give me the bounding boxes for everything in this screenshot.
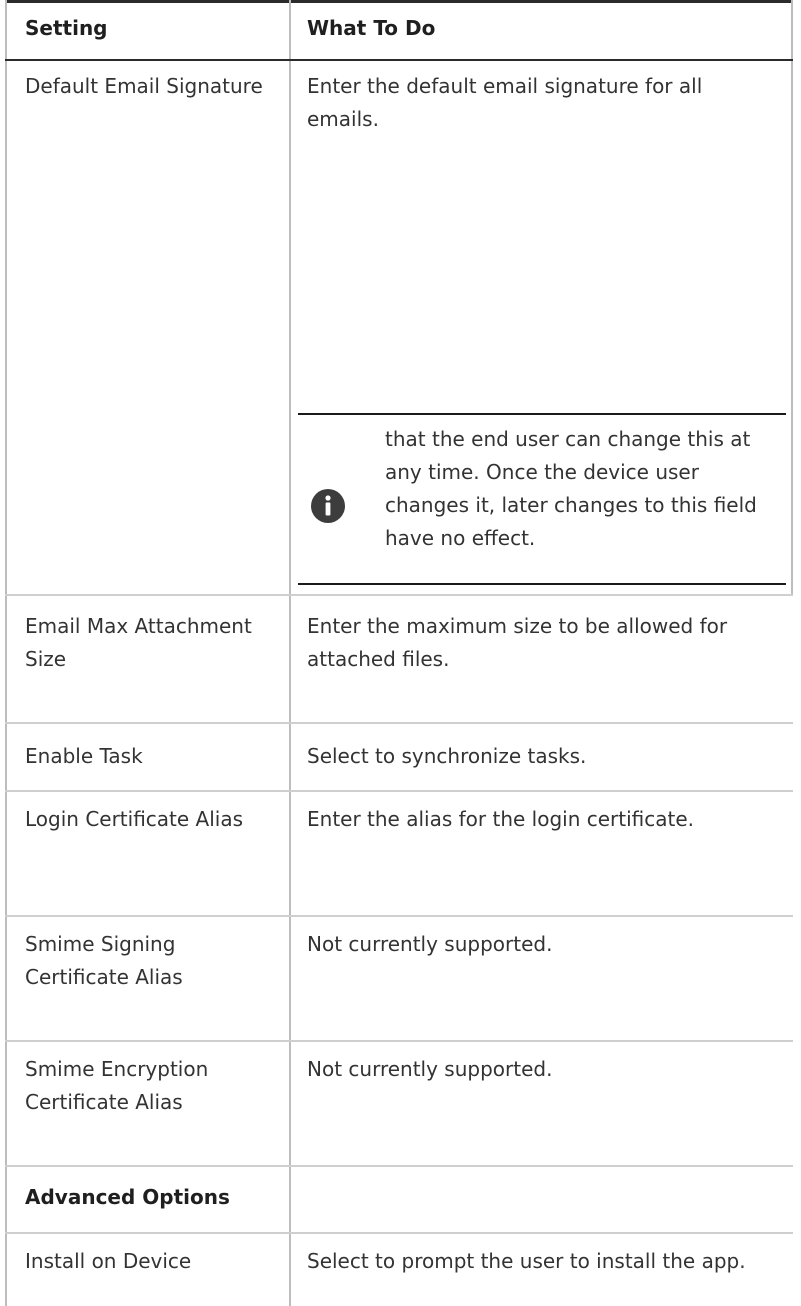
description-cell: Select to synchronize tasks.	[307, 744, 587, 768]
row-divider	[5, 594, 793, 596]
description-cell: Enter the maximum size to be allowed for…	[307, 614, 728, 671]
setting-cell: Smime Signing Certificate Alias	[25, 932, 183, 989]
row-divider	[5, 1165, 793, 1167]
table-right-border	[791, 0, 793, 595]
column-header-setting: Setting	[25, 16, 108, 40]
row-divider	[5, 1232, 793, 1234]
column-header-what-to-do: What To Do	[307, 16, 436, 40]
note-bottom-rule	[298, 583, 786, 585]
setting-cell: Install on Device	[25, 1249, 192, 1273]
row-divider	[5, 722, 793, 724]
description-cell: Enter the alias for the login certificat…	[307, 807, 695, 831]
table-left-border	[5, 0, 7, 1306]
description-cell: Not currently supported.	[307, 1057, 553, 1081]
setting-cell: Default Email Signature	[25, 74, 263, 98]
row-divider	[5, 1040, 793, 1042]
info-icon	[310, 488, 346, 524]
note-text: that the end user can change this at any…	[385, 427, 757, 550]
settings-table: Setting What To Do Default Email Signatu…	[0, 0, 801, 1306]
setting-cell: Login Certificate Alias	[25, 807, 244, 831]
table-top-border	[5, 0, 793, 3]
setting-cell: Email Max Attachment Size	[25, 614, 252, 671]
row-divider	[5, 790, 793, 792]
setting-cell: Enable Task	[25, 744, 143, 768]
description-cell: Enter the default email signature for al…	[307, 74, 703, 131]
setting-cell: Smime Encryption Certificate Alias	[25, 1057, 209, 1114]
row-divider	[5, 915, 793, 917]
note-top-rule	[298, 413, 786, 415]
column-divider	[289, 0, 291, 1306]
description-cell: Not currently supported.	[307, 932, 553, 956]
header-underline	[5, 59, 793, 61]
description-cell: Select to prompt the user to install the…	[307, 1249, 746, 1273]
section-header-advanced-options: Advanced Options	[25, 1185, 230, 1209]
